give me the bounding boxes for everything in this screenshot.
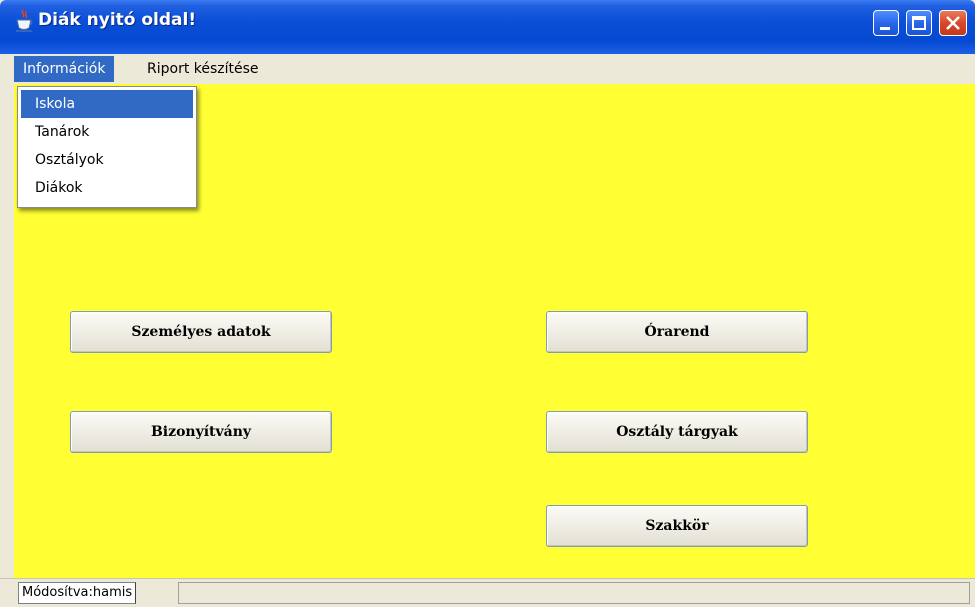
- menu-bar: Információk Riport készítése: [0, 54, 975, 84]
- szemelyes-adatok-button[interactable]: Személyes adatok: [70, 311, 332, 353]
- menu-item-diakok[interactable]: Diákok: [21, 174, 193, 202]
- java-cup-icon: [14, 8, 34, 34]
- menu-informaciok[interactable]: Információk: [14, 56, 115, 82]
- title-bar[interactable]: Diák nyitó oldal!: [0, 0, 975, 54]
- maximize-button[interactable]: [906, 10, 932, 36]
- minimize-icon: [880, 27, 890, 30]
- szakkor-button[interactable]: Szakkör: [546, 505, 808, 547]
- bizonyitvany-button[interactable]: Bizonyítvány: [70, 411, 332, 453]
- app-window: Diák nyitó oldal! Információk Riport kés…: [0, 0, 975, 607]
- close-icon: [940, 11, 966, 35]
- maximize-icon: [912, 16, 926, 30]
- orarend-button[interactable]: Órarend: [546, 311, 808, 353]
- menu-item-osztalyok[interactable]: Osztályok: [21, 146, 193, 174]
- close-button[interactable]: [939, 10, 967, 36]
- minimize-button[interactable]: [873, 10, 899, 36]
- status-modositva: Módosítva:hamis: [18, 582, 137, 604]
- window-title: Diák nyitó oldal!: [38, 10, 197, 30]
- informaciok-dropdown-menu: Iskola Tanárok Osztályok Diákok: [17, 86, 197, 208]
- osztaly-targyak-button[interactable]: Osztály tárgyak: [546, 411, 808, 453]
- menu-item-iskola[interactable]: Iskola: [21, 90, 193, 118]
- menu-riport-keszitese[interactable]: Riport készítése: [138, 56, 268, 82]
- status-bar: Módosítva:hamis: [0, 578, 975, 607]
- status-empty-cell: [178, 582, 970, 604]
- menu-item-tanarok[interactable]: Tanárok: [21, 118, 193, 146]
